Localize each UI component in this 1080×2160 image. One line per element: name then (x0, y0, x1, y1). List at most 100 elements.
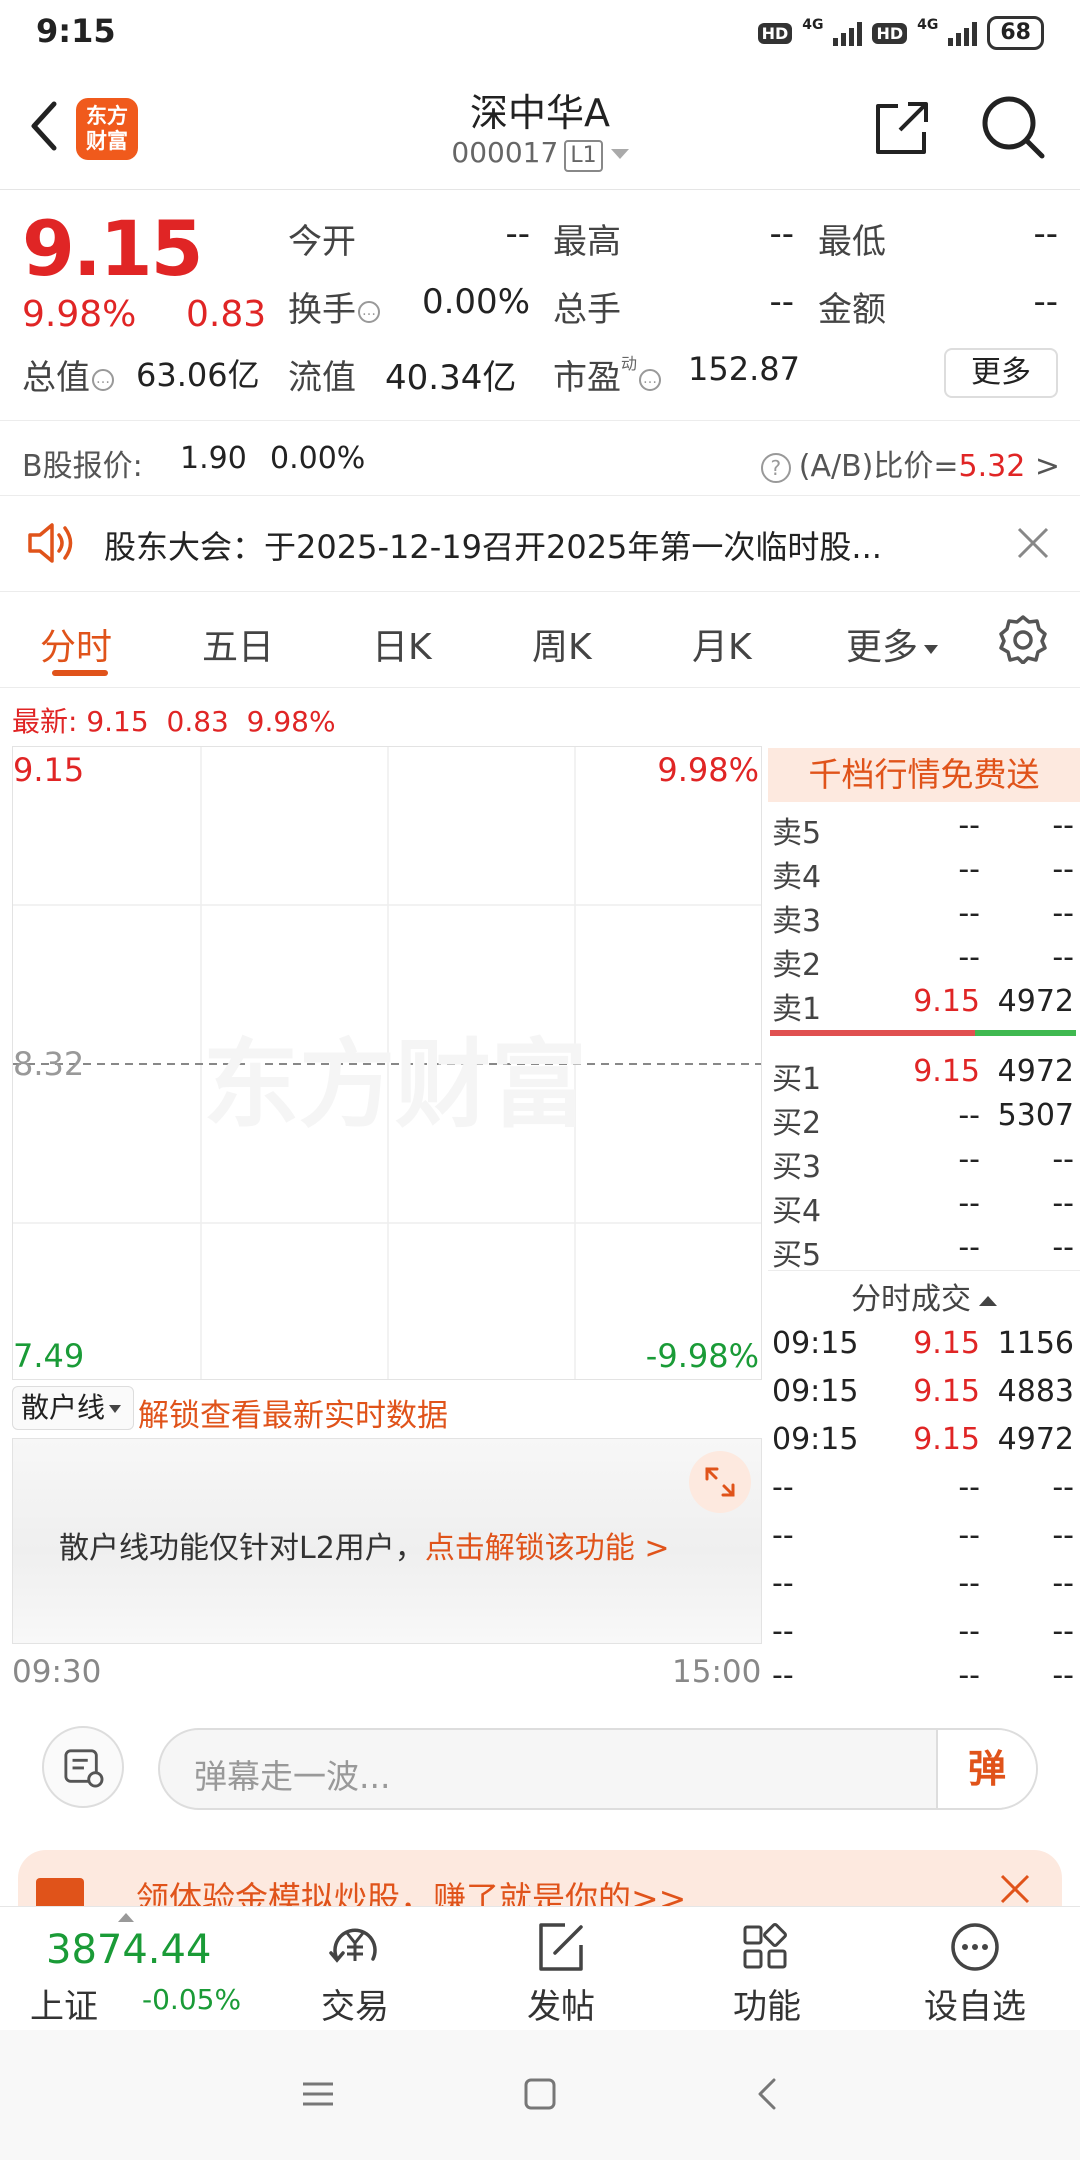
trade-price: 9.15 (913, 1374, 980, 1409)
high-value: -- (769, 214, 794, 254)
turnover-value: 0.00% (421, 282, 530, 322)
home-icon[interactable] (522, 2076, 558, 2112)
gear-icon[interactable] (998, 614, 1048, 664)
close-icon[interactable] (998, 1872, 1032, 1906)
change-amount: 0.83 (186, 294, 267, 335)
system-nav-bar (0, 2030, 1080, 2160)
ask-row: 卖3 -- -- (768, 892, 1080, 939)
back-nav-icon[interactable] (750, 2076, 786, 2112)
yen-refresh-icon (329, 1928, 377, 1963)
turnover-label[interactable]: 换手… (288, 282, 380, 331)
change-percent: 9.98% (22, 294, 137, 335)
more-quote-button[interactable]: 更多 (944, 348, 1058, 398)
chevron-right-icon: > (1034, 449, 1060, 484)
depth-bar-buy (770, 1030, 975, 1036)
ask-price: -- (958, 940, 980, 975)
chart-top-price: 9.15 (13, 751, 85, 789)
nav-add-watchlist[interactable]: 设自选 (900, 1919, 1050, 2029)
market-cap-label-text: 总值 (22, 358, 90, 398)
nav-functions-label: 功能 (733, 1987, 801, 2027)
ask-price: 9.15 (913, 984, 980, 1019)
tab-monthly-k[interactable]: 月K (692, 618, 752, 670)
intraday-chart[interactable]: 东方财富 9.15 9.98% 8.32 7.49 -9.98% (12, 746, 762, 1380)
nav-add-watchlist-label: 设自选 (924, 1987, 1026, 2027)
nav-trade-label: 交易 (321, 1987, 389, 2027)
comment-bar: 弹幕走一波... 弹 (0, 1700, 1080, 1840)
danmu-input[interactable]: 弹幕走一波... 弹 (158, 1728, 1038, 1810)
stock-code: 000017 (451, 136, 559, 169)
b-share-price: 1.90 (180, 441, 247, 476)
pe-label[interactable]: 市盈动… (553, 350, 662, 399)
promo-banner[interactable]: 领体验金模拟炒股，赚了就是你的>> (18, 1850, 1062, 1910)
bid-volume: -- (1052, 1186, 1074, 1221)
nav-post-label: 发帖 (527, 1987, 595, 2027)
market-cap-value: 63.06亿 (136, 356, 260, 394)
trade-time: 09:15 (772, 1326, 859, 1361)
trade-time: -- (772, 1658, 794, 1693)
notice-bar[interactable]: 股东大会：于2025-12-19召开2025年第一次临时股... (0, 496, 1080, 592)
ask-volume: 4972 (997, 984, 1074, 1019)
order-book: 千档行情免费送 卖5 -- -- 卖4 -- -- 卖3 -- -- 卖2 -- -- 卖1 9.… (768, 748, 1080, 1698)
chevron-up-icon (118, 1913, 134, 1922)
bid-volume: 4972 (997, 1054, 1074, 1089)
network-type-2: 4G (917, 17, 939, 33)
ab-ratio[interactable]: ? (A/B)比价=5.32 > (760, 441, 1060, 485)
trade-row: 09:15 9.15 1156 (768, 1326, 1080, 1370)
bid-label: 买3 (772, 1150, 822, 1185)
trade-row: -- -- -- (768, 1614, 1080, 1658)
bid-volume: -- (1052, 1142, 1074, 1177)
info-icon: … (92, 368, 114, 391)
trade-time: -- (772, 1614, 794, 1649)
trade-time: 09:15 (772, 1374, 859, 1409)
trade-price: -- (958, 1518, 980, 1553)
chevron-down-icon (924, 644, 939, 654)
nav-functions[interactable]: 功能 (692, 1919, 842, 2029)
trade-time: -- (772, 1518, 794, 1553)
tab-more[interactable]: 更多 (846, 618, 939, 670)
tab-intraday[interactable]: 分时 (40, 618, 112, 670)
menu-icon[interactable] (300, 2076, 336, 2112)
nav-post[interactable]: 发帖 (486, 1919, 636, 2029)
tab-daily-k[interactable]: 日K (372, 618, 432, 670)
expand-icon[interactable] (689, 1451, 751, 1513)
ask-label: 卖2 (772, 948, 822, 983)
more-dots-icon (951, 1923, 999, 1971)
close-icon[interactable] (1014, 524, 1052, 562)
search-icon[interactable] (980, 94, 1046, 160)
speaker-icon (28, 523, 73, 563)
hd-badge-2: HD (872, 22, 908, 44)
market-cap-label[interactable]: 总值… (22, 350, 114, 399)
unlock-feature-link[interactable]: 点击解锁该功能 > (425, 1531, 670, 1566)
retail-line-select[interactable]: 散户线 (12, 1386, 134, 1430)
ask-row: 卖1 9.15 4972 (768, 980, 1080, 1027)
bid-label: 买2 (772, 1106, 822, 1141)
trade-volume: 4972 (997, 1422, 1074, 1457)
signal-icon-2 (948, 20, 978, 46)
tab-weekly-k[interactable]: 周K (532, 618, 592, 670)
unlock-realtime-link[interactable]: 解锁查看最新实时数据 (138, 1390, 448, 1435)
trade-volume: 1156 (997, 1326, 1074, 1361)
signal-icon (833, 20, 863, 46)
orderbook-divider (768, 1270, 1080, 1271)
danmu-button[interactable]: 弹 (936, 1730, 1036, 1808)
latest-quote-row: 最新: 9.15 0.83 9.98% (12, 700, 336, 740)
retail-message-text: 散户线功能仅针对L2用户， (59, 1531, 425, 1566)
ask-volume: -- (1052, 940, 1074, 975)
trades-title[interactable]: 分时成交 (768, 1274, 1080, 1318)
ask-price: -- (958, 852, 980, 887)
trade-time: -- (772, 1470, 794, 1505)
trade-row: -- -- -- (768, 1518, 1080, 1562)
pe-label-text: 市盈 (553, 358, 621, 398)
level2-promo-banner[interactable]: 千档行情免费送 (768, 748, 1080, 802)
trade-row: -- -- -- (768, 1566, 1080, 1610)
comment-list-icon[interactable] (42, 1726, 124, 1808)
help-icon[interactable]: ? (760, 452, 791, 483)
tab-five-day[interactable]: 五日 (202, 618, 274, 670)
index-name: 上证 (30, 1987, 98, 2027)
bid-price: -- (958, 1098, 980, 1133)
nav-trade[interactable]: 交易 (280, 1919, 430, 2029)
latest-percent: 9.98% (246, 705, 336, 738)
share-icon[interactable] (870, 96, 934, 160)
trade-price: 9.15 (913, 1422, 980, 1457)
info-icon: … (639, 368, 662, 391)
